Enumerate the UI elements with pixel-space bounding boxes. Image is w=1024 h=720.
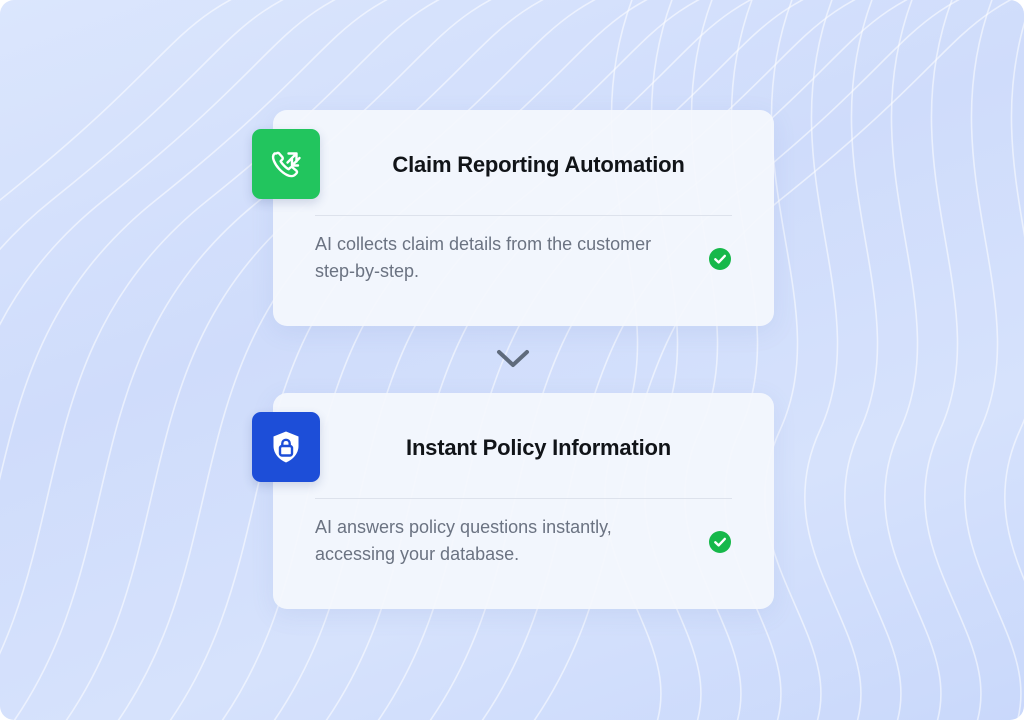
card-title: Instant Policy Information xyxy=(406,435,671,460)
chevron-down-icon xyxy=(497,350,529,367)
step-card-claim-reporting: Claim Reporting Automation AI collects c… xyxy=(252,110,774,326)
shield-lock-icon xyxy=(273,431,299,463)
card-description: AI collects claim details from the custo… xyxy=(315,234,652,281)
step-card-policy-information: Instant Policy Information AI answers po… xyxy=(252,393,774,609)
policy-badge xyxy=(252,412,320,482)
workflow-frame: Claim Reporting Automation AI collects c… xyxy=(0,0,1024,720)
claim-badge xyxy=(252,129,320,199)
card-title: Claim Reporting Automation xyxy=(392,152,685,177)
card-divider xyxy=(315,215,732,216)
check-circle-icon xyxy=(709,531,731,553)
phone-transfer-icon xyxy=(271,151,301,178)
check-circle-icon xyxy=(709,248,731,270)
card-divider xyxy=(315,498,732,499)
card-description: AI answers policy questions instantly, a… xyxy=(315,517,612,564)
